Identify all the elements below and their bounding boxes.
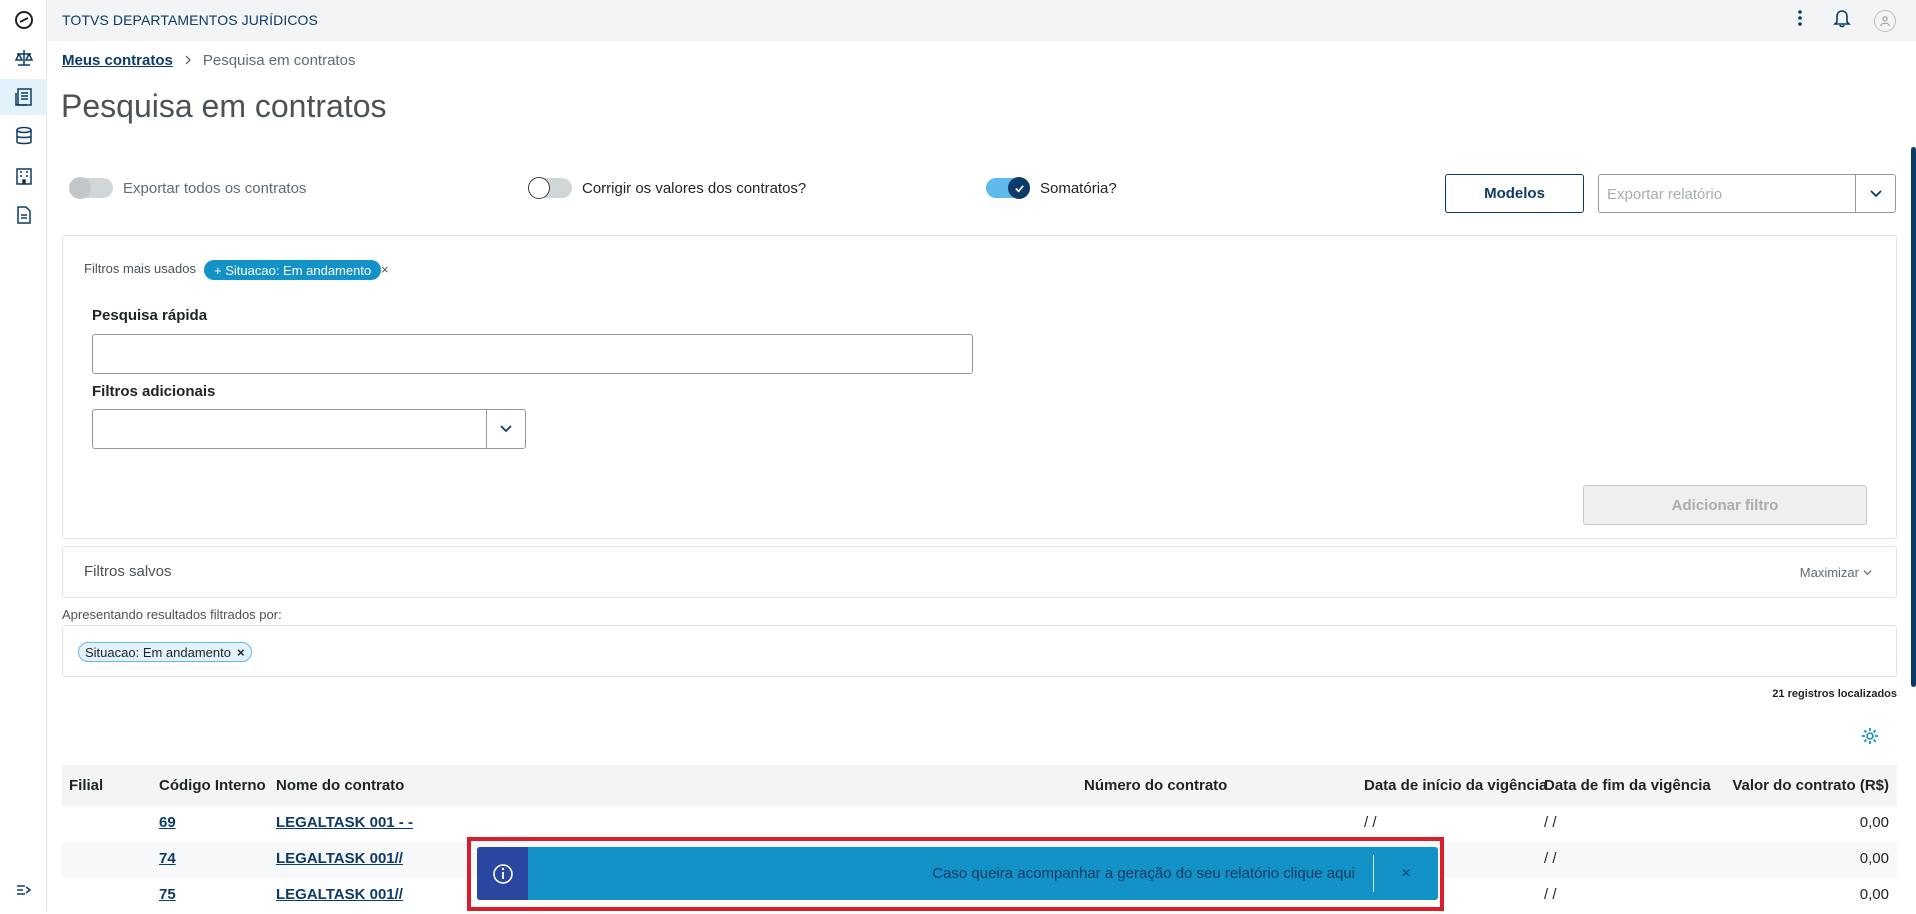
table-header: Filial Código Interno Nome do contrato N… bbox=[62, 765, 1897, 806]
cell-valor: 0,00 bbox=[1859, 850, 1889, 867]
cell-fim: / / bbox=[1544, 850, 1557, 867]
export-all-switch[interactable] bbox=[69, 177, 113, 199]
avatar[interactable] bbox=[1874, 9, 1896, 32]
breadcrumb-current: Pesquisa em contratos bbox=[202, 52, 356, 69]
active-filter-chip: Situacao: Em andamento × bbox=[78, 642, 252, 662]
export-report-select[interactable]: Exportar relatório bbox=[1598, 174, 1896, 213]
additional-filters-value bbox=[93, 410, 486, 448]
building-icon[interactable] bbox=[0, 158, 47, 194]
records-count: 21 registros localizados bbox=[1772, 688, 1897, 700]
cell-codigo[interactable]: 75 bbox=[159, 886, 176, 903]
models-button[interactable]: Modelos bbox=[1445, 174, 1584, 213]
export-all-label: Exportar todos os contratos bbox=[123, 179, 307, 197]
sidebar bbox=[0, 0, 47, 911]
active-filters-panel: Situacao: Em andamento × bbox=[62, 625, 1897, 677]
scale-icon[interactable] bbox=[0, 40, 47, 76]
more-options-icon[interactable] bbox=[1790, 8, 1810, 33]
correct-values-label: Corrigir os valores dos contratos? bbox=[582, 179, 807, 197]
cell-nome[interactable]: LEGALTASK 001// bbox=[276, 850, 403, 867]
sum-label: Somatória? bbox=[1040, 179, 1117, 197]
top-bar: TOTVS DEPARTAMENTOS JURÍDICOS bbox=[47, 0, 1916, 41]
col-inicio[interactable]: Data de início da vigência bbox=[1364, 777, 1547, 794]
correct-values-switch[interactable] bbox=[528, 177, 572, 199]
saved-filters-panel[interactable]: Filtros salvos Maximizar bbox=[62, 546, 1897, 598]
toast-message[interactable]: Caso queira acompanhar a geração do seu … bbox=[528, 865, 1373, 882]
database-icon[interactable] bbox=[0, 118, 47, 154]
col-nome[interactable]: Nome do contrato bbox=[276, 777, 404, 794]
cell-nome[interactable]: LEGALTASK 001 - - bbox=[276, 814, 413, 831]
cell-valor: 0,00 bbox=[1859, 814, 1889, 831]
col-fim[interactable]: Data de fim da vigência bbox=[1544, 777, 1711, 794]
breadcrumb: Meus contratos Pesquisa em contratos bbox=[62, 52, 355, 69]
col-numero[interactable]: Número do contrato bbox=[1084, 777, 1227, 794]
filter-panel: Filtros mais usados + Situacao: Em andam… bbox=[62, 235, 1897, 539]
additional-filters-select[interactable] bbox=[92, 409, 526, 449]
col-codigo[interactable]: Código Interno bbox=[159, 777, 266, 794]
chevron-down-icon[interactable] bbox=[486, 410, 525, 448]
chevron-right-icon bbox=[183, 52, 193, 69]
maximize-link[interactable]: Maximizar bbox=[1800, 565, 1872, 580]
chip-close-icon[interactable]: × bbox=[381, 262, 389, 277]
cell-nome[interactable]: LEGALTASK 001// bbox=[276, 886, 403, 903]
filter-chip-situation[interactable]: + Situacao: Em andamento bbox=[204, 260, 382, 280]
col-filial[interactable]: Filial bbox=[69, 777, 103, 794]
bell-icon[interactable] bbox=[1832, 8, 1852, 33]
chevron-down-icon bbox=[1863, 570, 1872, 576]
toast-separator bbox=[1373, 855, 1374, 892]
active-filter-chip-label: Situacao: Em andamento bbox=[85, 644, 231, 660]
results-label: Apresentando resultados filtrados por: bbox=[62, 607, 282, 622]
maximize-label: Maximizar bbox=[1799, 565, 1859, 580]
remove-filter-icon[interactable]: × bbox=[237, 645, 245, 660]
quick-search-input[interactable] bbox=[92, 334, 973, 374]
most-used-filters-label: Filtros mais usados bbox=[84, 261, 196, 276]
check-icon bbox=[1008, 177, 1030, 199]
breadcrumb-parent-link[interactable]: Meus contratos bbox=[62, 52, 173, 69]
additional-filters-label: Filtros adicionais bbox=[92, 383, 216, 400]
quick-search-label: Pesquisa rápida bbox=[92, 307, 208, 324]
export-report-placeholder: Exportar relatório bbox=[1607, 186, 1723, 203]
correct-values-toggle-row: Corrigir os valores dos contratos? bbox=[528, 177, 807, 199]
top-actions bbox=[1790, 8, 1896, 33]
cell-inicio: / / bbox=[1364, 814, 1377, 831]
sum-switch[interactable] bbox=[986, 177, 1030, 199]
info-icon bbox=[477, 847, 528, 900]
close-icon[interactable]: × bbox=[1374, 847, 1438, 900]
cell-codigo[interactable]: 69 bbox=[159, 814, 176, 831]
cell-valor: 0,00 bbox=[1859, 886, 1889, 903]
contracts-icon[interactable] bbox=[0, 79, 47, 115]
add-filter-button[interactable]: Adicionar filtro bbox=[1583, 485, 1867, 525]
saved-filters-title: Filtros salvos bbox=[84, 563, 172, 580]
document-icon[interactable] bbox=[0, 197, 47, 233]
sum-toggle-row: Somatória? bbox=[986, 177, 1117, 199]
col-valor[interactable]: Valor do contrato (R$) bbox=[1732, 777, 1889, 794]
totvs-logo-icon[interactable] bbox=[0, 2, 47, 38]
page-title: Pesquisa em contratos bbox=[61, 88, 387, 124]
page-scrollbar[interactable] bbox=[1911, 147, 1916, 687]
gear-icon[interactable] bbox=[1860, 726, 1880, 746]
cell-fim: / / bbox=[1544, 886, 1557, 903]
chevron-down-icon[interactable] bbox=[1855, 175, 1895, 212]
cell-codigo[interactable]: 74 bbox=[159, 850, 176, 867]
report-toast[interactable]: Caso queira acompanhar a geração do seu … bbox=[477, 847, 1438, 900]
export-all-toggle-row: Exportar todos os contratos bbox=[69, 177, 307, 199]
expand-menu-icon[interactable] bbox=[0, 872, 47, 908]
app-title: TOTVS DEPARTAMENTOS JURÍDICOS bbox=[62, 12, 318, 28]
cell-fim: / / bbox=[1544, 814, 1557, 831]
